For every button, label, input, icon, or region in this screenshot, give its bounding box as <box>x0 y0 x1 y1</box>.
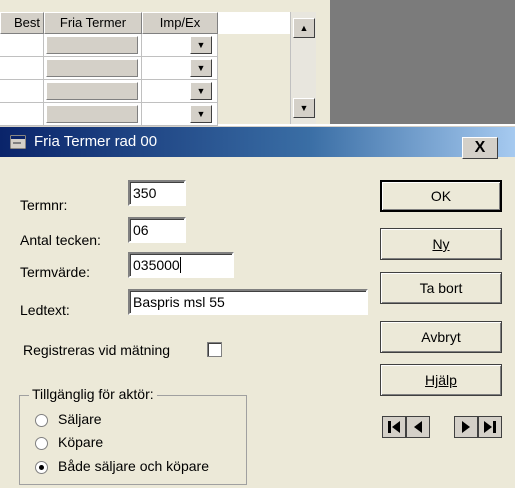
ok-button-label: OK <box>430 188 452 204</box>
ta-bort-button-label: Ta bort <box>419 280 463 296</box>
grid-cell-button[interactable] <box>46 36 138 54</box>
next-record-button[interactable] <box>454 416 478 438</box>
previous-record-button[interactable] <box>406 416 430 438</box>
first-record-icon <box>388 421 400 433</box>
grid-cell[interactable] <box>0 57 44 80</box>
dropdown-arrow-icon[interactable]: ▼ <box>190 105 212 123</box>
column-header-fria-termer[interactable]: Fria Termer <box>44 12 142 34</box>
avbryt-button-label: Avbryt <box>421 329 461 345</box>
ledtext-label: Ledtext: <box>20 302 70 318</box>
hjalp-button[interactable]: Hjälp <box>380 364 502 396</box>
grid-cell[interactable]: ▼ <box>142 80 218 103</box>
background-grid-window: Best Fria Termer Imp/Ex ▼ ▼ ▼ ▼ ▲ ▼ <box>0 0 330 126</box>
grid-cell-button[interactable] <box>46 82 138 100</box>
actor-group-title: Tillgänglig för aktör: <box>29 386 157 402</box>
scroll-up-icon[interactable]: ▲ <box>293 18 315 38</box>
close-button[interactable]: X <box>462 137 498 159</box>
column-header-best[interactable]: Best <box>0 12 44 34</box>
grid-vertical-scrollbar[interactable]: ▲ ▼ <box>290 12 316 124</box>
radio-selected-dot <box>39 465 44 470</box>
grid-cell[interactable] <box>0 80 44 103</box>
column-header-imp-ex[interactable]: Imp/Ex <box>142 12 218 34</box>
first-record-button[interactable] <box>382 416 406 438</box>
termvarde-value: 035000 <box>133 257 180 273</box>
window-icon <box>10 135 26 149</box>
radio-kopare[interactable] <box>35 437 48 450</box>
termnr-field[interactable]: 350 <box>128 180 186 206</box>
close-icon: X <box>474 139 486 156</box>
background-workspace <box>330 0 515 124</box>
registreras-checkbox[interactable] <box>207 342 222 357</box>
radio-bade-label: Både säljare och köpare <box>58 458 209 474</box>
registreras-label: Registreras vid mätning <box>23 342 171 358</box>
scroll-down-icon[interactable]: ▼ <box>293 98 315 118</box>
last-record-button[interactable] <box>478 416 502 438</box>
column-header-empty <box>218 12 290 34</box>
next-record-icon <box>462 421 470 433</box>
antal-tecken-value: 06 <box>133 222 149 238</box>
radio-saljare[interactable] <box>35 414 48 427</box>
previous-record-icon <box>414 421 422 433</box>
radio-saljare-label: Säljare <box>58 411 102 427</box>
grid-cell-button[interactable] <box>46 105 138 123</box>
dropdown-arrow-icon[interactable]: ▼ <box>190 36 212 54</box>
grid-cell-button[interactable] <box>46 59 138 77</box>
dropdown-arrow-icon[interactable]: ▼ <box>190 82 212 100</box>
antal-tecken-field[interactable]: 06 <box>128 217 186 243</box>
grid-cell[interactable]: ▼ <box>142 34 218 57</box>
grid-cell[interactable] <box>44 80 142 103</box>
radio-bade[interactable] <box>35 461 48 474</box>
dialog-titlebar[interactable]: Fria Termer rad 00 X <box>0 127 515 159</box>
text-caret <box>179 257 181 273</box>
last-record-icon <box>484 421 496 433</box>
termnr-label: Termnr: <box>20 197 68 213</box>
avbryt-button[interactable]: Avbryt <box>380 321 502 353</box>
grid-cell[interactable]: ▼ <box>142 57 218 80</box>
dropdown-arrow-icon[interactable]: ▼ <box>190 59 212 77</box>
ledtext-field[interactable]: Baspris msl 55 <box>128 289 368 315</box>
termvarde-field[interactable]: 035000 <box>128 252 234 278</box>
grid-cell[interactable] <box>0 34 44 57</box>
termnr-value: 350 <box>133 185 157 201</box>
antal-tecken-label: Antal tecken: <box>20 232 101 248</box>
grid-cell[interactable] <box>0 103 44 126</box>
hjalp-button-label: Hjälp <box>425 372 457 388</box>
radio-kopare-label: Köpare <box>58 434 104 450</box>
ok-button[interactable]: OK <box>380 180 502 212</box>
ledtext-value: Baspris msl 55 <box>133 294 225 310</box>
ta-bort-button[interactable]: Ta bort <box>380 272 502 304</box>
grid-cell[interactable] <box>44 57 142 80</box>
ny-button[interactable]: Ny <box>380 228 502 260</box>
ny-button-label: Ny <box>432 236 450 252</box>
grid-cell[interactable] <box>44 34 142 57</box>
dialog-title: Fria Termer rad 00 <box>34 133 158 150</box>
grid-cell[interactable]: ▼ <box>142 103 218 126</box>
grid-cell[interactable] <box>44 103 142 126</box>
termvarde-label: Termvärde: <box>20 264 91 280</box>
